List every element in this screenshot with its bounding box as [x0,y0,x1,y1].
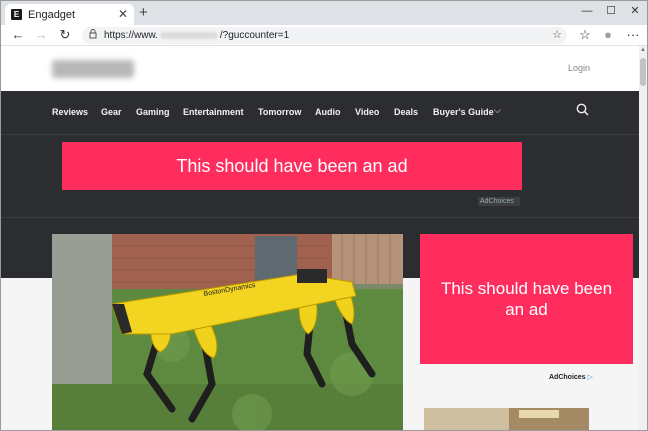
close-window-button[interactable]: ✕ [625,3,645,19]
scrollbar-thumb[interactable] [640,58,646,86]
tab-title: Engadget [28,8,76,21]
reload-button[interactable]: ↻ [57,27,73,43]
divider [1,134,639,135]
nav-item-tomorrow[interactable]: Tomorrow [258,107,301,117]
main-nav: Reviews Gear Gaming Entertainment Tomorr… [1,91,639,134]
nav-item-buyers-guide[interactable]: Buyer's Guide [433,107,494,117]
side-adchoices-text: AdChoices [549,374,586,381]
nav-item-video[interactable]: Video [355,107,379,117]
nav-item-reviews[interactable]: Reviews [52,107,88,117]
nav-item-gaming[interactable]: Gaming [136,107,170,117]
address-bar[interactable]: https://www. /?guccounter=1 ☆ [82,27,567,44]
minimize-button[interactable]: — [577,3,597,19]
nav-item-entertainment[interactable]: Entertainment [183,107,244,117]
chevron-down-icon[interactable]: ⌵ [494,105,501,116]
engadget-favicon-icon: E [11,9,22,20]
forward-button[interactable]: → [33,27,49,43]
page-viewport: Login Reviews Gear Gaming Entertainment … [1,46,639,430]
favorite-star-icon[interactable]: ☆ [552,28,562,41]
nav-item-audio[interactable]: Audio [315,107,341,117]
favorites-bar-icon[interactable]: ☆ [577,27,593,43]
back-button[interactable]: ← [10,27,26,43]
url-prefix: https://www. [104,30,158,41]
nav-item-gear[interactable]: Gear [101,107,122,117]
new-tab-button[interactable]: + [139,4,148,22]
tab-close-icon[interactable]: ✕ [118,7,128,21]
more-menu-icon[interactable]: ··· [625,27,641,43]
profile-avatar-icon[interactable]: ● [600,27,616,43]
tab-strip: E Engadget ✕ + — ☐ ✕ [1,1,647,25]
lock-icon [89,29,97,42]
page-scrollbar[interactable]: ▲ [639,46,647,430]
divider [1,217,639,218]
site-header: Login [1,46,639,91]
browser-window: E Engadget ✕ + — ☐ ✕ ← → ↻ https://www. … [0,0,648,431]
top-adchoices-label[interactable]: AdChoices [478,197,520,206]
browser-toolbar: ← → ↻ https://www. /?guccounter=1 ☆ ☆ ● … [1,25,647,46]
nav-item-deals[interactable]: Deals [394,107,418,117]
browser-tab-engadget[interactable]: E Engadget ✕ [5,4,134,25]
side-ad-placeholder[interactable]: This should have been an ad [420,234,633,364]
side-adchoices-label[interactable]: AdChoices ▷ [549,373,593,381]
url-suffix: /?guccounter=1 [219,30,290,41]
url-redacted [159,32,218,39]
scroll-up-icon[interactable]: ▲ [639,46,647,54]
sidebar-thumbnail-image[interactable] [424,408,589,430]
search-icon[interactable] [576,103,589,119]
adchoices-icon: ▷ [587,374,593,381]
login-link[interactable]: Login [568,63,590,73]
site-logo-redacted[interactable] [52,60,134,78]
maximize-button[interactable]: ☐ [601,3,621,19]
top-ad-placeholder[interactable]: This should have been an ad [62,142,522,190]
article-hero-image[interactable]: BostonDynamics [52,234,403,430]
